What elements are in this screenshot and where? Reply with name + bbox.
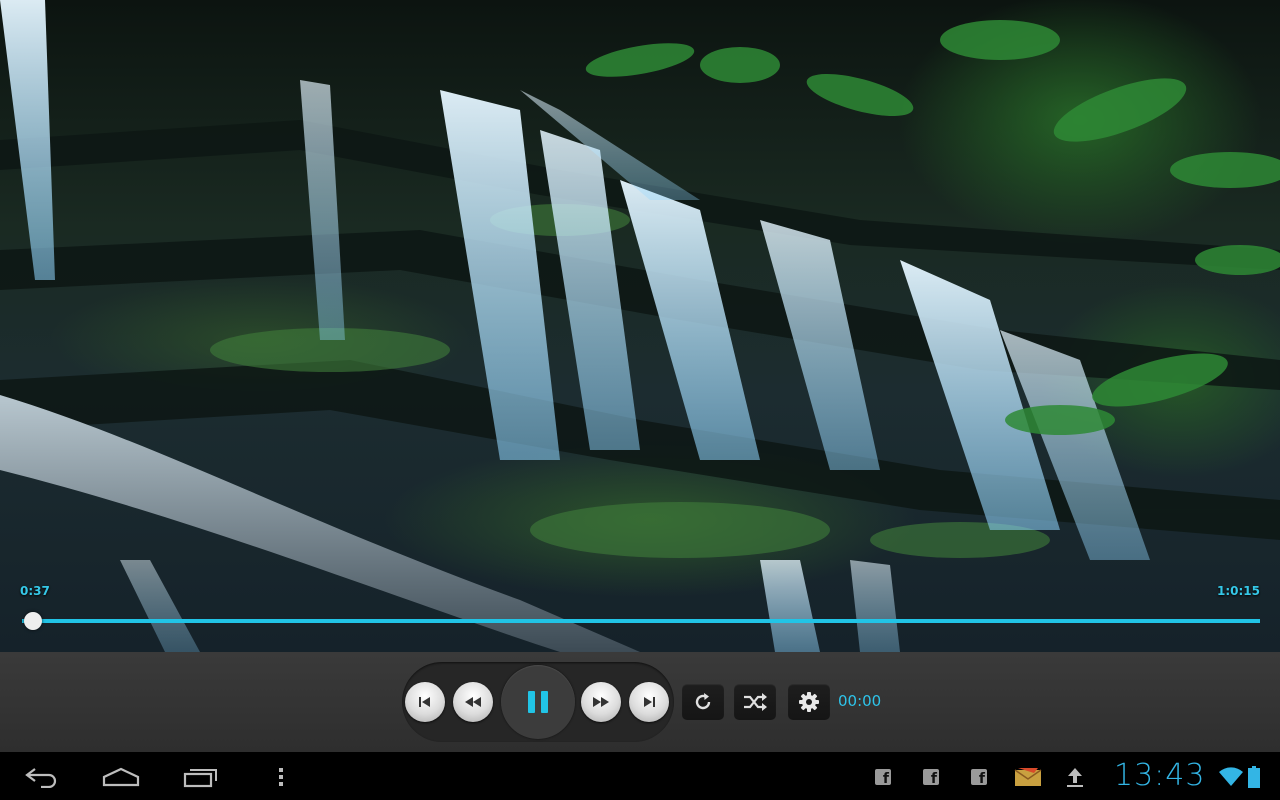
mail-icon [1014,768,1042,786]
status-clock: 13:43 [1114,758,1206,793]
recent-apps-button[interactable] [166,760,236,794]
fast-forward-button[interactable] [581,682,621,722]
player-control-bar: 00:00 [0,652,1280,752]
facebook-notification[interactable]: f [920,766,942,788]
next-button[interactable] [629,682,669,722]
previous-button[interactable] [405,682,445,722]
next-icon [644,697,655,707]
recent-apps-icon [183,769,217,788]
repeat-button[interactable] [682,684,724,720]
upload-icon [1067,768,1083,787]
seek-bar[interactable] [22,612,1260,630]
shuffle-button[interactable] [734,684,776,720]
back-icon [25,768,57,788]
seek-bar-played [22,619,1260,623]
timer-readout: 00:00 [838,692,882,710]
back-button[interactable] [6,760,76,794]
facebook-icon: f [875,769,891,785]
rewind-button[interactable] [453,682,493,722]
home-icon [102,767,140,787]
wifi-indicator [1218,766,1244,788]
shuffle-icon [744,693,767,711]
rewind-icon [465,697,481,707]
elapsed-time: 0:37 [20,584,50,598]
video-surface[interactable]: 0:37 1:0:15 [0,0,1280,652]
menu-overflow-button[interactable] [246,760,316,794]
pause-icon [528,691,548,713]
video-frame-waterfall [0,0,1280,652]
mail-notification[interactable] [1014,766,1042,788]
wifi-icon [1219,767,1243,786]
menu-overflow-icon [279,768,283,786]
pause-button[interactable] [501,665,575,739]
fast-forward-icon [593,697,609,707]
total-duration: 1:0:15 [1217,584,1260,598]
facebook-icon: f [971,769,987,785]
battery-icon [1248,766,1260,788]
repeat-icon [695,693,711,710]
settings-button[interactable] [788,684,830,720]
battery-indicator [1246,766,1262,788]
seek-thumb[interactable] [24,612,43,630]
facebook-notification[interactable]: f [968,766,990,788]
previous-icon [419,697,430,707]
gear-icon [799,692,819,712]
facebook-notification[interactable]: f [872,766,894,788]
home-button[interactable] [86,760,156,794]
system-navigation-bar: f f f 13:43 [0,752,1280,800]
facebook-icon: f [923,769,939,785]
upload-notification[interactable] [1064,766,1086,788]
